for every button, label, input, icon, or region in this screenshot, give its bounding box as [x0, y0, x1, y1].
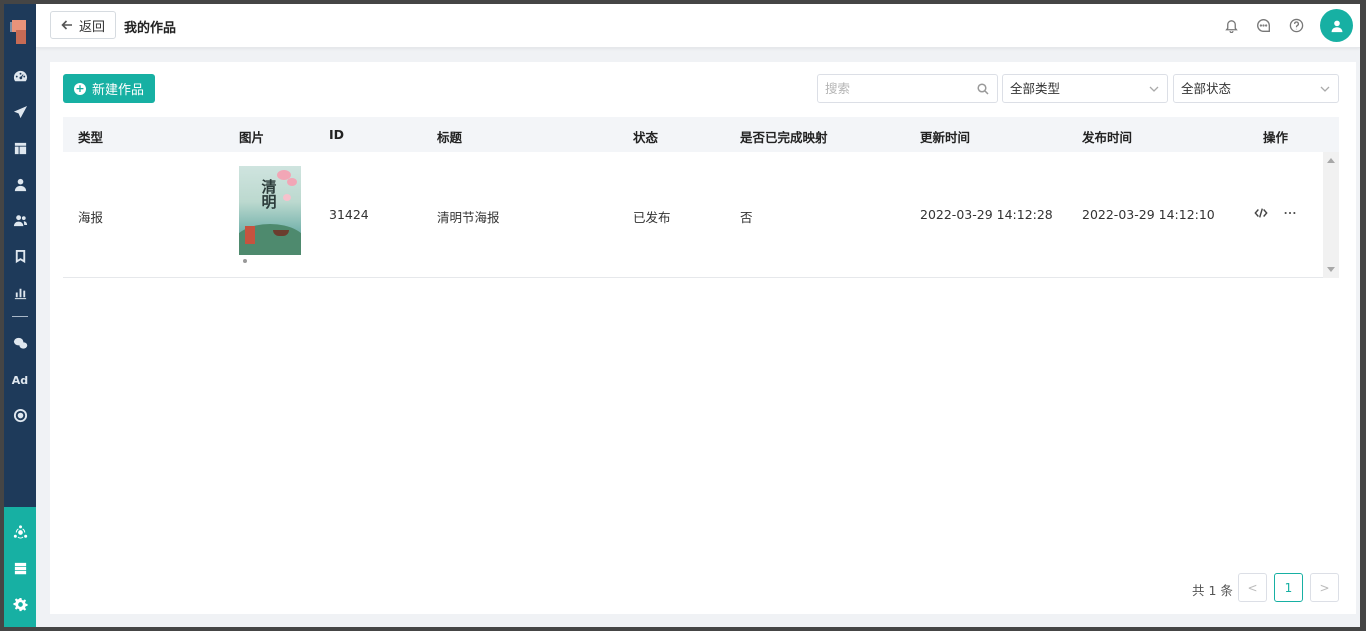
arrow-left-icon: [61, 20, 72, 30]
user-avatar-icon: [1331, 20, 1342, 32]
column-header-id: ID: [329, 127, 345, 142]
poster-title-text: 清明: [261, 178, 277, 211]
column-header-title: 标题: [437, 130, 463, 145]
content-panel: + 新建作品 全部类型 全部状态 类型 图片 ID 标题 状态 是否已完成映射 …: [50, 62, 1356, 614]
poster-thumbnail[interactable]: 清明: [239, 166, 301, 255]
target-icon[interactable]: [10, 405, 30, 425]
status-filter-value: 全部状态: [1181, 81, 1232, 96]
send-icon[interactable]: [10, 102, 30, 122]
column-header-updated: 更新时间: [920, 130, 971, 145]
server-icon[interactable]: [10, 558, 30, 578]
status-filter-select[interactable]: 全部状态: [1173, 74, 1339, 103]
avatar[interactable]: [1320, 9, 1353, 42]
back-button-label: 返回: [78, 19, 105, 35]
logo: [10, 20, 30, 44]
cell-status: 已发布: [633, 210, 671, 225]
sidebar-divider: [12, 316, 28, 317]
cell-mapped: 否: [740, 210, 753, 225]
bookmark-icon[interactable]: [10, 246, 30, 266]
dashboard-icon[interactable]: [10, 66, 30, 86]
back-button[interactable]: 返回: [50, 11, 116, 39]
cell-updated-at: 2022-03-29 14:12:28: [920, 207, 1053, 222]
message-icon[interactable]: [1254, 16, 1272, 34]
page-number-button[interactable]: 1: [1274, 573, 1303, 602]
cell-published-at: 2022-03-29 14:12:10: [1082, 207, 1215, 222]
layout-icon[interactable]: [10, 138, 30, 158]
user-icon[interactable]: [10, 174, 30, 194]
network-icon[interactable]: [10, 522, 30, 542]
search-box[interactable]: [817, 74, 998, 103]
column-header-actions: 操作: [1263, 130, 1289, 145]
ad-icon[interactable]: Ad: [10, 370, 30, 390]
code-icon[interactable]: [1253, 205, 1269, 221]
scroll-up-icon[interactable]: [1327, 158, 1335, 163]
table-row[interactable]: 海报 清明 31424 清明节海报 已发布 否 2022-03-29 14:12…: [63, 152, 1323, 278]
gear-icon[interactable]: [10, 594, 30, 614]
wechat-icon[interactable]: [10, 333, 30, 353]
image-indicator-dot: [243, 259, 247, 263]
sidebar-bottom: [4, 507, 36, 627]
search-input[interactable]: [818, 75, 968, 102]
table-header: 类型 图片 ID 标题 状态 是否已完成映射 更新时间 发布时间 操作: [63, 117, 1339, 152]
page-title: 我的作品: [124, 21, 177, 36]
prev-page-button[interactable]: <: [1238, 573, 1267, 602]
column-header-type: 类型: [78, 130, 104, 145]
cell-id: 31424: [329, 207, 369, 222]
pagination-total: 共 1 条: [1192, 583, 1233, 598]
scroll-down-icon[interactable]: [1327, 267, 1335, 272]
new-work-button-label: 新建作品: [91, 83, 144, 98]
column-header-status: 状态: [633, 130, 659, 145]
app-window: Ad 返回 我的作品 + 新建作品 搜索 全部类型 全部状态 类型 图片 ID …: [4, 4, 1360, 627]
sidebar: Ad: [4, 4, 36, 627]
table-scrollbar[interactable]: [1323, 152, 1339, 278]
search-icon: [977, 83, 989, 95]
bar-chart-icon[interactable]: [10, 282, 30, 302]
top-header: 返回 我的作品: [36, 4, 1360, 48]
cell-title: 清明节海报: [437, 210, 500, 225]
new-work-button[interactable]: + 新建作品: [63, 74, 155, 103]
column-header-published: 发布时间: [1082, 130, 1133, 145]
plus-circle-icon: +: [73, 81, 86, 95]
next-page-button[interactable]: >: [1310, 573, 1339, 602]
more-icon[interactable]: [1282, 205, 1298, 221]
type-filter-value: 全部类型: [1010, 81, 1061, 96]
help-icon[interactable]: [1287, 16, 1305, 34]
chevron-down-icon: [1149, 86, 1159, 92]
chevron-down-icon: [1320, 86, 1330, 92]
column-header-mapped: 是否已完成映射: [740, 130, 828, 145]
type-filter-select[interactable]: 全部类型: [1002, 74, 1168, 103]
cell-type: 海报: [78, 210, 104, 225]
bell-icon[interactable]: [1222, 16, 1240, 34]
column-header-image: 图片: [239, 130, 265, 145]
users-icon[interactable]: [10, 210, 30, 230]
